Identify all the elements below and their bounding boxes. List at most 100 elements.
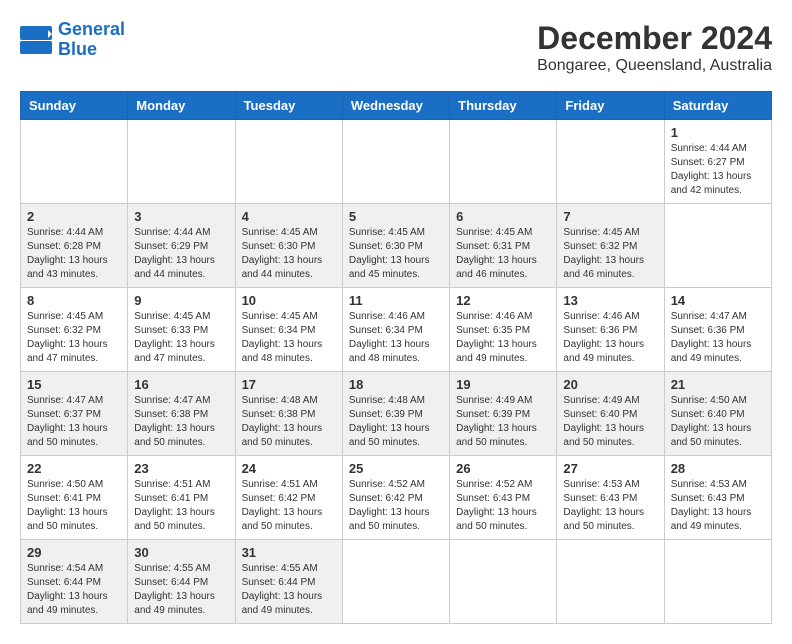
day-number: 12 [456, 293, 550, 308]
calendar-day-cell: 28 Sunrise: 4:53 AM Sunset: 6:43 PM Dayl… [664, 456, 771, 540]
day-content: Sunrise: 4:44 AM Sunset: 6:27 PM Dayligh… [671, 142, 765, 198]
day-content: Sunrise: 4:49 AM Sunset: 6:40 PM Dayligh… [563, 394, 657, 450]
calendar-day-cell: 9 Sunrise: 4:45 AM Sunset: 6:33 PM Dayli… [128, 288, 235, 372]
calendar-week-row: 2 Sunrise: 4:44 AM Sunset: 6:28 PM Dayli… [21, 204, 772, 288]
day-content: Sunrise: 4:55 AM Sunset: 6:44 PM Dayligh… [134, 562, 228, 618]
empty-cell [342, 120, 449, 204]
day-content: Sunrise: 4:48 AM Sunset: 6:39 PM Dayligh… [349, 394, 443, 450]
calendar-day-cell: 14 Sunrise: 4:47 AM Sunset: 6:36 PM Dayl… [664, 288, 771, 372]
calendar-day-cell: 3 Sunrise: 4:44 AM Sunset: 6:29 PM Dayli… [128, 204, 235, 288]
logo-text: General Blue [58, 20, 125, 60]
calendar-day-cell: 18 Sunrise: 4:48 AM Sunset: 6:39 PM Dayl… [342, 372, 449, 456]
calendar-day-cell: 8 Sunrise: 4:45 AM Sunset: 6:32 PM Dayli… [21, 288, 128, 372]
day-number: 26 [456, 461, 550, 476]
calendar-day-cell: 19 Sunrise: 4:49 AM Sunset: 6:39 PM Dayl… [450, 372, 557, 456]
day-content: Sunrise: 4:47 AM Sunset: 6:36 PM Dayligh… [671, 310, 765, 366]
day-content: Sunrise: 4:52 AM Sunset: 6:43 PM Dayligh… [456, 478, 550, 534]
calendar-day-cell: 20 Sunrise: 4:49 AM Sunset: 6:40 PM Dayl… [557, 372, 664, 456]
day-number: 16 [134, 377, 228, 392]
day-content: Sunrise: 4:51 AM Sunset: 6:42 PM Dayligh… [242, 478, 336, 534]
calendar-day-cell: 13 Sunrise: 4:46 AM Sunset: 6:36 PM Dayl… [557, 288, 664, 372]
day-number: 4 [242, 209, 336, 224]
day-content: Sunrise: 4:44 AM Sunset: 6:29 PM Dayligh… [134, 226, 228, 282]
day-number: 2 [27, 209, 121, 224]
day-number: 10 [242, 293, 336, 308]
calendar-day-cell: 1 Sunrise: 4:44 AM Sunset: 6:27 PM Dayli… [664, 120, 771, 204]
day-number: 29 [27, 545, 121, 560]
calendar-day-cell: 2 Sunrise: 4:44 AM Sunset: 6:28 PM Dayli… [21, 204, 128, 288]
day-number: 18 [349, 377, 443, 392]
day-content: Sunrise: 4:52 AM Sunset: 6:42 PM Dayligh… [349, 478, 443, 534]
day-content: Sunrise: 4:45 AM Sunset: 6:30 PM Dayligh… [349, 226, 443, 282]
day-content: Sunrise: 4:46 AM Sunset: 6:35 PM Dayligh… [456, 310, 550, 366]
calendar-day-cell: 12 Sunrise: 4:46 AM Sunset: 6:35 PM Dayl… [450, 288, 557, 372]
day-number: 27 [563, 461, 657, 476]
day-number: 22 [27, 461, 121, 476]
day-content: Sunrise: 4:45 AM Sunset: 6:33 PM Dayligh… [134, 310, 228, 366]
col-header-thursday: Thursday [450, 92, 557, 120]
calendar-day-cell: 16 Sunrise: 4:47 AM Sunset: 6:38 PM Dayl… [128, 372, 235, 456]
day-number: 14 [671, 293, 765, 308]
day-number: 3 [134, 209, 228, 224]
day-content: Sunrise: 4:53 AM Sunset: 6:43 PM Dayligh… [671, 478, 765, 534]
day-content: Sunrise: 4:53 AM Sunset: 6:43 PM Dayligh… [563, 478, 657, 534]
calendar-day-cell: 30 Sunrise: 4:55 AM Sunset: 6:44 PM Dayl… [128, 540, 235, 624]
empty-cell [664, 540, 771, 624]
empty-cell [235, 120, 342, 204]
calendar-day-cell: 15 Sunrise: 4:47 AM Sunset: 6:37 PM Dayl… [21, 372, 128, 456]
calendar-week-row: 8 Sunrise: 4:45 AM Sunset: 6:32 PM Dayli… [21, 288, 772, 372]
calendar-week-row: 22 Sunrise: 4:50 AM Sunset: 6:41 PM Dayl… [21, 456, 772, 540]
col-header-wednesday: Wednesday [342, 92, 449, 120]
day-content: Sunrise: 4:49 AM Sunset: 6:39 PM Dayligh… [456, 394, 550, 450]
calendar-header-row: SundayMondayTuesdayWednesdayThursdayFrid… [21, 92, 772, 120]
col-header-saturday: Saturday [664, 92, 771, 120]
day-number: 9 [134, 293, 228, 308]
calendar-day-cell: 17 Sunrise: 4:48 AM Sunset: 6:38 PM Dayl… [235, 372, 342, 456]
empty-cell [342, 540, 449, 624]
day-number: 7 [563, 209, 657, 224]
empty-cell [21, 120, 128, 204]
page-title: December 2024 [537, 20, 772, 57]
day-number: 11 [349, 293, 443, 308]
day-content: Sunrise: 4:45 AM Sunset: 6:32 PM Dayligh… [563, 226, 657, 282]
day-content: Sunrise: 4:55 AM Sunset: 6:44 PM Dayligh… [242, 562, 336, 618]
day-content: Sunrise: 4:47 AM Sunset: 6:37 PM Dayligh… [27, 394, 121, 450]
calendar-day-cell: 29 Sunrise: 4:54 AM Sunset: 6:44 PM Dayl… [21, 540, 128, 624]
col-header-monday: Monday [128, 92, 235, 120]
calendar-day-cell: 6 Sunrise: 4:45 AM Sunset: 6:31 PM Dayli… [450, 204, 557, 288]
day-content: Sunrise: 4:50 AM Sunset: 6:40 PM Dayligh… [671, 394, 765, 450]
day-content: Sunrise: 4:51 AM Sunset: 6:41 PM Dayligh… [134, 478, 228, 534]
calendar-day-cell: 27 Sunrise: 4:53 AM Sunset: 6:43 PM Dayl… [557, 456, 664, 540]
day-content: Sunrise: 4:47 AM Sunset: 6:38 PM Dayligh… [134, 394, 228, 450]
day-number: 23 [134, 461, 228, 476]
day-number: 30 [134, 545, 228, 560]
calendar-table: SundayMondayTuesdayWednesdayThursdayFrid… [20, 91, 772, 624]
calendar-day-cell: 10 Sunrise: 4:45 AM Sunset: 6:34 PM Dayl… [235, 288, 342, 372]
day-number: 19 [456, 377, 550, 392]
day-content: Sunrise: 4:45 AM Sunset: 6:34 PM Dayligh… [242, 310, 336, 366]
day-number: 31 [242, 545, 336, 560]
day-number: 1 [671, 125, 765, 140]
empty-cell [128, 120, 235, 204]
day-content: Sunrise: 4:45 AM Sunset: 6:31 PM Dayligh… [456, 226, 550, 282]
day-number: 17 [242, 377, 336, 392]
col-header-friday: Friday [557, 92, 664, 120]
logo: General Blue [20, 20, 125, 60]
col-header-sunday: Sunday [21, 92, 128, 120]
calendar-day-cell: 22 Sunrise: 4:50 AM Sunset: 6:41 PM Dayl… [21, 456, 128, 540]
day-content: Sunrise: 4:54 AM Sunset: 6:44 PM Dayligh… [27, 562, 121, 618]
empty-cell [450, 540, 557, 624]
day-content: Sunrise: 4:46 AM Sunset: 6:34 PM Dayligh… [349, 310, 443, 366]
col-header-tuesday: Tuesday [235, 92, 342, 120]
calendar-day-cell: 21 Sunrise: 4:50 AM Sunset: 6:40 PM Dayl… [664, 372, 771, 456]
day-number: 13 [563, 293, 657, 308]
calendar-day-cell: 23 Sunrise: 4:51 AM Sunset: 6:41 PM Dayl… [128, 456, 235, 540]
day-number: 25 [349, 461, 443, 476]
title-block: December 2024 Bongaree, Queensland, Aust… [537, 20, 772, 75]
empty-cell [557, 120, 664, 204]
day-number: 24 [242, 461, 336, 476]
calendar-day-cell: 24 Sunrise: 4:51 AM Sunset: 6:42 PM Dayl… [235, 456, 342, 540]
day-content: Sunrise: 4:48 AM Sunset: 6:38 PM Dayligh… [242, 394, 336, 450]
calendar-day-cell: 5 Sunrise: 4:45 AM Sunset: 6:30 PM Dayli… [342, 204, 449, 288]
day-number: 21 [671, 377, 765, 392]
